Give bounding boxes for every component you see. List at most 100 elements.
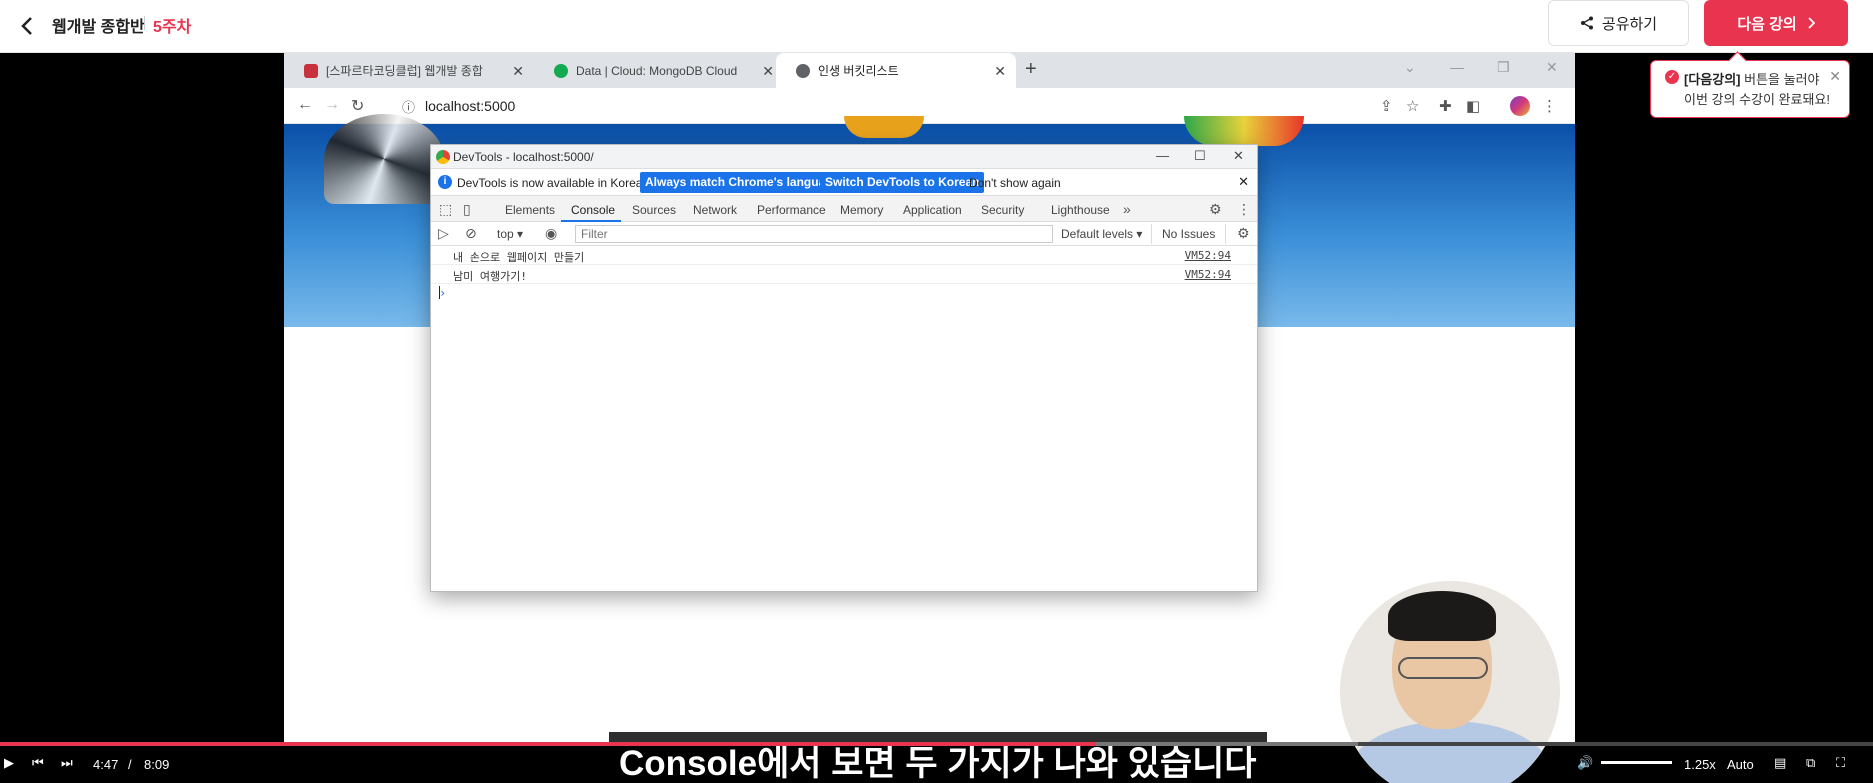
profile-avatar[interactable] [1510,96,1530,116]
new-tab-icon[interactable]: + [1025,58,1037,81]
next-lecture-button[interactable]: 다음 강의 [1704,0,1848,46]
minimize-icon[interactable]: — [1450,59,1464,75]
puzzle-icon[interactable]: ✚ [1439,97,1452,115]
infobar-text: DevTools is now available in Korean! [457,176,653,190]
more-vert-icon[interactable]: ⋮ [1542,97,1557,115]
quality-setting[interactable]: Auto [1727,757,1754,772]
context-label: top [497,227,514,241]
tab-console[interactable]: Console [571,203,615,217]
reload-icon[interactable]: ↻ [351,96,364,116]
pip-icon[interactable]: ⧉ [1806,755,1815,771]
tab-lighthouse[interactable]: Lighthouse [1051,203,1110,217]
log-levels-select[interactable]: Default levels ▾ [1061,227,1142,241]
next-lecture-label: 다음 강의 [1737,15,1797,33]
close-icon[interactable]: ✕ [1829,68,1841,85]
clear-console-icon[interactable]: ⊘ [465,225,477,242]
eye-icon[interactable]: ◉ [545,225,557,242]
chevron-right-icon [1808,17,1815,29]
completion-toast: ✓ [다음강의] 버튼을 눌러야 이번 강의 수강이 완료돼요! ✕ [1650,60,1850,118]
switch-korean-button[interactable]: Switch DevTools to Korean [820,172,985,193]
toast-highlight: [다음강의] [1684,72,1741,87]
tab-performance[interactable]: Performance [757,203,826,217]
tab-title: 인생 버킷리스트 [818,64,899,78]
top-header: 웹개발 종합반 5주차 공유하기 다음 강의 [0,0,1873,53]
info-icon: i [438,175,452,189]
filter-input[interactable] [575,225,1053,243]
player-controls: ▶ ⏮ ⏭ 4:47 / 8:09 🔊 1.25x Auto ▤ ⧉ ⛶ [0,746,1873,783]
close-icon[interactable]: ✕ [762,63,774,80]
minimize-icon[interactable]: — [1156,148,1169,163]
share-button[interactable]: 공유하기 [1548,0,1689,46]
console-prompt[interactable]: › [431,284,1257,304]
chrome-icon [436,150,450,164]
issues-button[interactable]: No Issues [1151,224,1227,244]
window-close-icon[interactable]: ✕ [1546,59,1558,76]
close-icon[interactable]: ✕ [1238,174,1249,190]
skip-previous-icon[interactable]: ⏮ [32,755,44,771]
url-text: localhost:5000 [425,98,516,114]
arrow-left-icon[interactable]: ← [297,96,313,114]
time-separator: / [128,757,132,772]
browser-tab-sparta[interactable]: [스파르타코딩클럽] 웹개발 종합 ✕ [284,53,534,88]
leaf-icon [554,63,568,78]
language-infobar: i DevTools is now available in Korean! A… [431,169,1257,196]
device-toggle-icon[interactable]: ▯ [463,201,471,218]
playback-speed[interactable]: 1.25x [1684,757,1716,772]
gear-icon[interactable]: ⚙ [1209,201,1222,218]
tab-title: Data | Cloud: MongoDB Cloud [576,63,738,78]
devtools-window: DevTools - localhost:5000/ — ☐ ✕ i DevTo… [430,144,1258,592]
instructor-hair [1388,591,1496,641]
browser-tab-bucketlist[interactable]: 인생 버킷리스트 ✕ [776,53,1016,88]
dont-show-button[interactable]: Don't show again [969,176,1061,190]
paraglider-image [324,114,444,204]
share-icon [1580,16,1593,30]
maximize-icon[interactable]: ☐ [1194,148,1206,164]
share-label: 공유하기 [1601,15,1658,33]
chevron-down-icon[interactable]: ⌄ [1404,59,1416,76]
sidebar-toggle-icon[interactable]: ▷ [438,225,449,242]
log-source-link[interactable]: VM52:94 [1185,249,1231,262]
star-icon[interactable]: ☆ [1406,97,1419,115]
tab-title: [스파르타코딩클럽] 웹개발 종합 [326,64,483,78]
volume-slider[interactable] [1601,761,1672,764]
console-log-row: 내 손으로 웹페이지 만들기 VM52:94 [431,246,1257,265]
close-icon[interactable]: ✕ [512,63,524,80]
tab-elements[interactable]: Elements [505,203,555,217]
inspect-icon[interactable]: ⬚ [439,201,452,218]
tab-sources[interactable]: Sources [632,203,676,217]
check-circle-icon: ✓ [1665,70,1679,84]
arrow-right-icon[interactable]: → [324,96,340,114]
more-vert-icon[interactable]: ⋮ [1237,201,1251,218]
current-time: 4:47 [93,757,119,772]
window-close-icon[interactable]: ✕ [1233,148,1244,164]
video-player[interactable]: [스파르타코딩클럽] 웹개발 종합 ✕ Data | Cloud: MongoD… [0,53,1873,783]
back-button[interactable] [12,11,42,41]
tab-memory[interactable]: Memory [840,203,883,217]
log-message: 남미 여행가기! [453,270,527,283]
browser-tab-mongodb[interactable]: Data | Cloud: MongoDB Cloud ✕ [534,53,784,88]
captions-icon[interactable]: ▤ [1774,755,1786,771]
globe-icon [796,63,810,78]
log-source-link[interactable]: VM52:94 [1185,268,1231,281]
side-panel-icon[interactable]: ◧ [1466,97,1480,115]
volume-icon[interactable]: 🔊 [1577,755,1593,771]
gear-icon[interactable]: ⚙ [1237,225,1250,242]
match-language-button[interactable]: Always match Chrome's language [640,172,845,193]
toast-line-1: [다음강의] 버튼을 눌러야 [1684,69,1819,88]
play-icon[interactable]: ▶ [4,755,14,771]
skip-next-icon[interactable]: ⏭ [61,755,73,771]
fullscreen-icon[interactable]: ⛶ [1836,755,1845,771]
context-selector[interactable]: top ▾ [497,227,523,241]
week-label: 5주차 [153,19,192,36]
maximize-icon[interactable]: ❐ [1497,59,1510,76]
share-page-icon[interactable]: ⇪ [1380,97,1393,115]
close-icon[interactable]: ✕ [994,63,1006,80]
tab-network[interactable]: Network [693,203,737,217]
course-title: 웹개발 종합반 [52,19,145,36]
tab-application[interactable]: Application [903,203,962,217]
lecture-page: 웹개발 종합반 5주차 공유하기 다음 강의 [스파르타코딩클럽] 웹개발 종합… [0,0,1873,783]
duration: 8:09 [144,757,170,772]
tab-security[interactable]: Security [981,203,1024,217]
paraglider-image [1184,116,1304,146]
more-tabs-icon[interactable]: » [1123,201,1131,217]
